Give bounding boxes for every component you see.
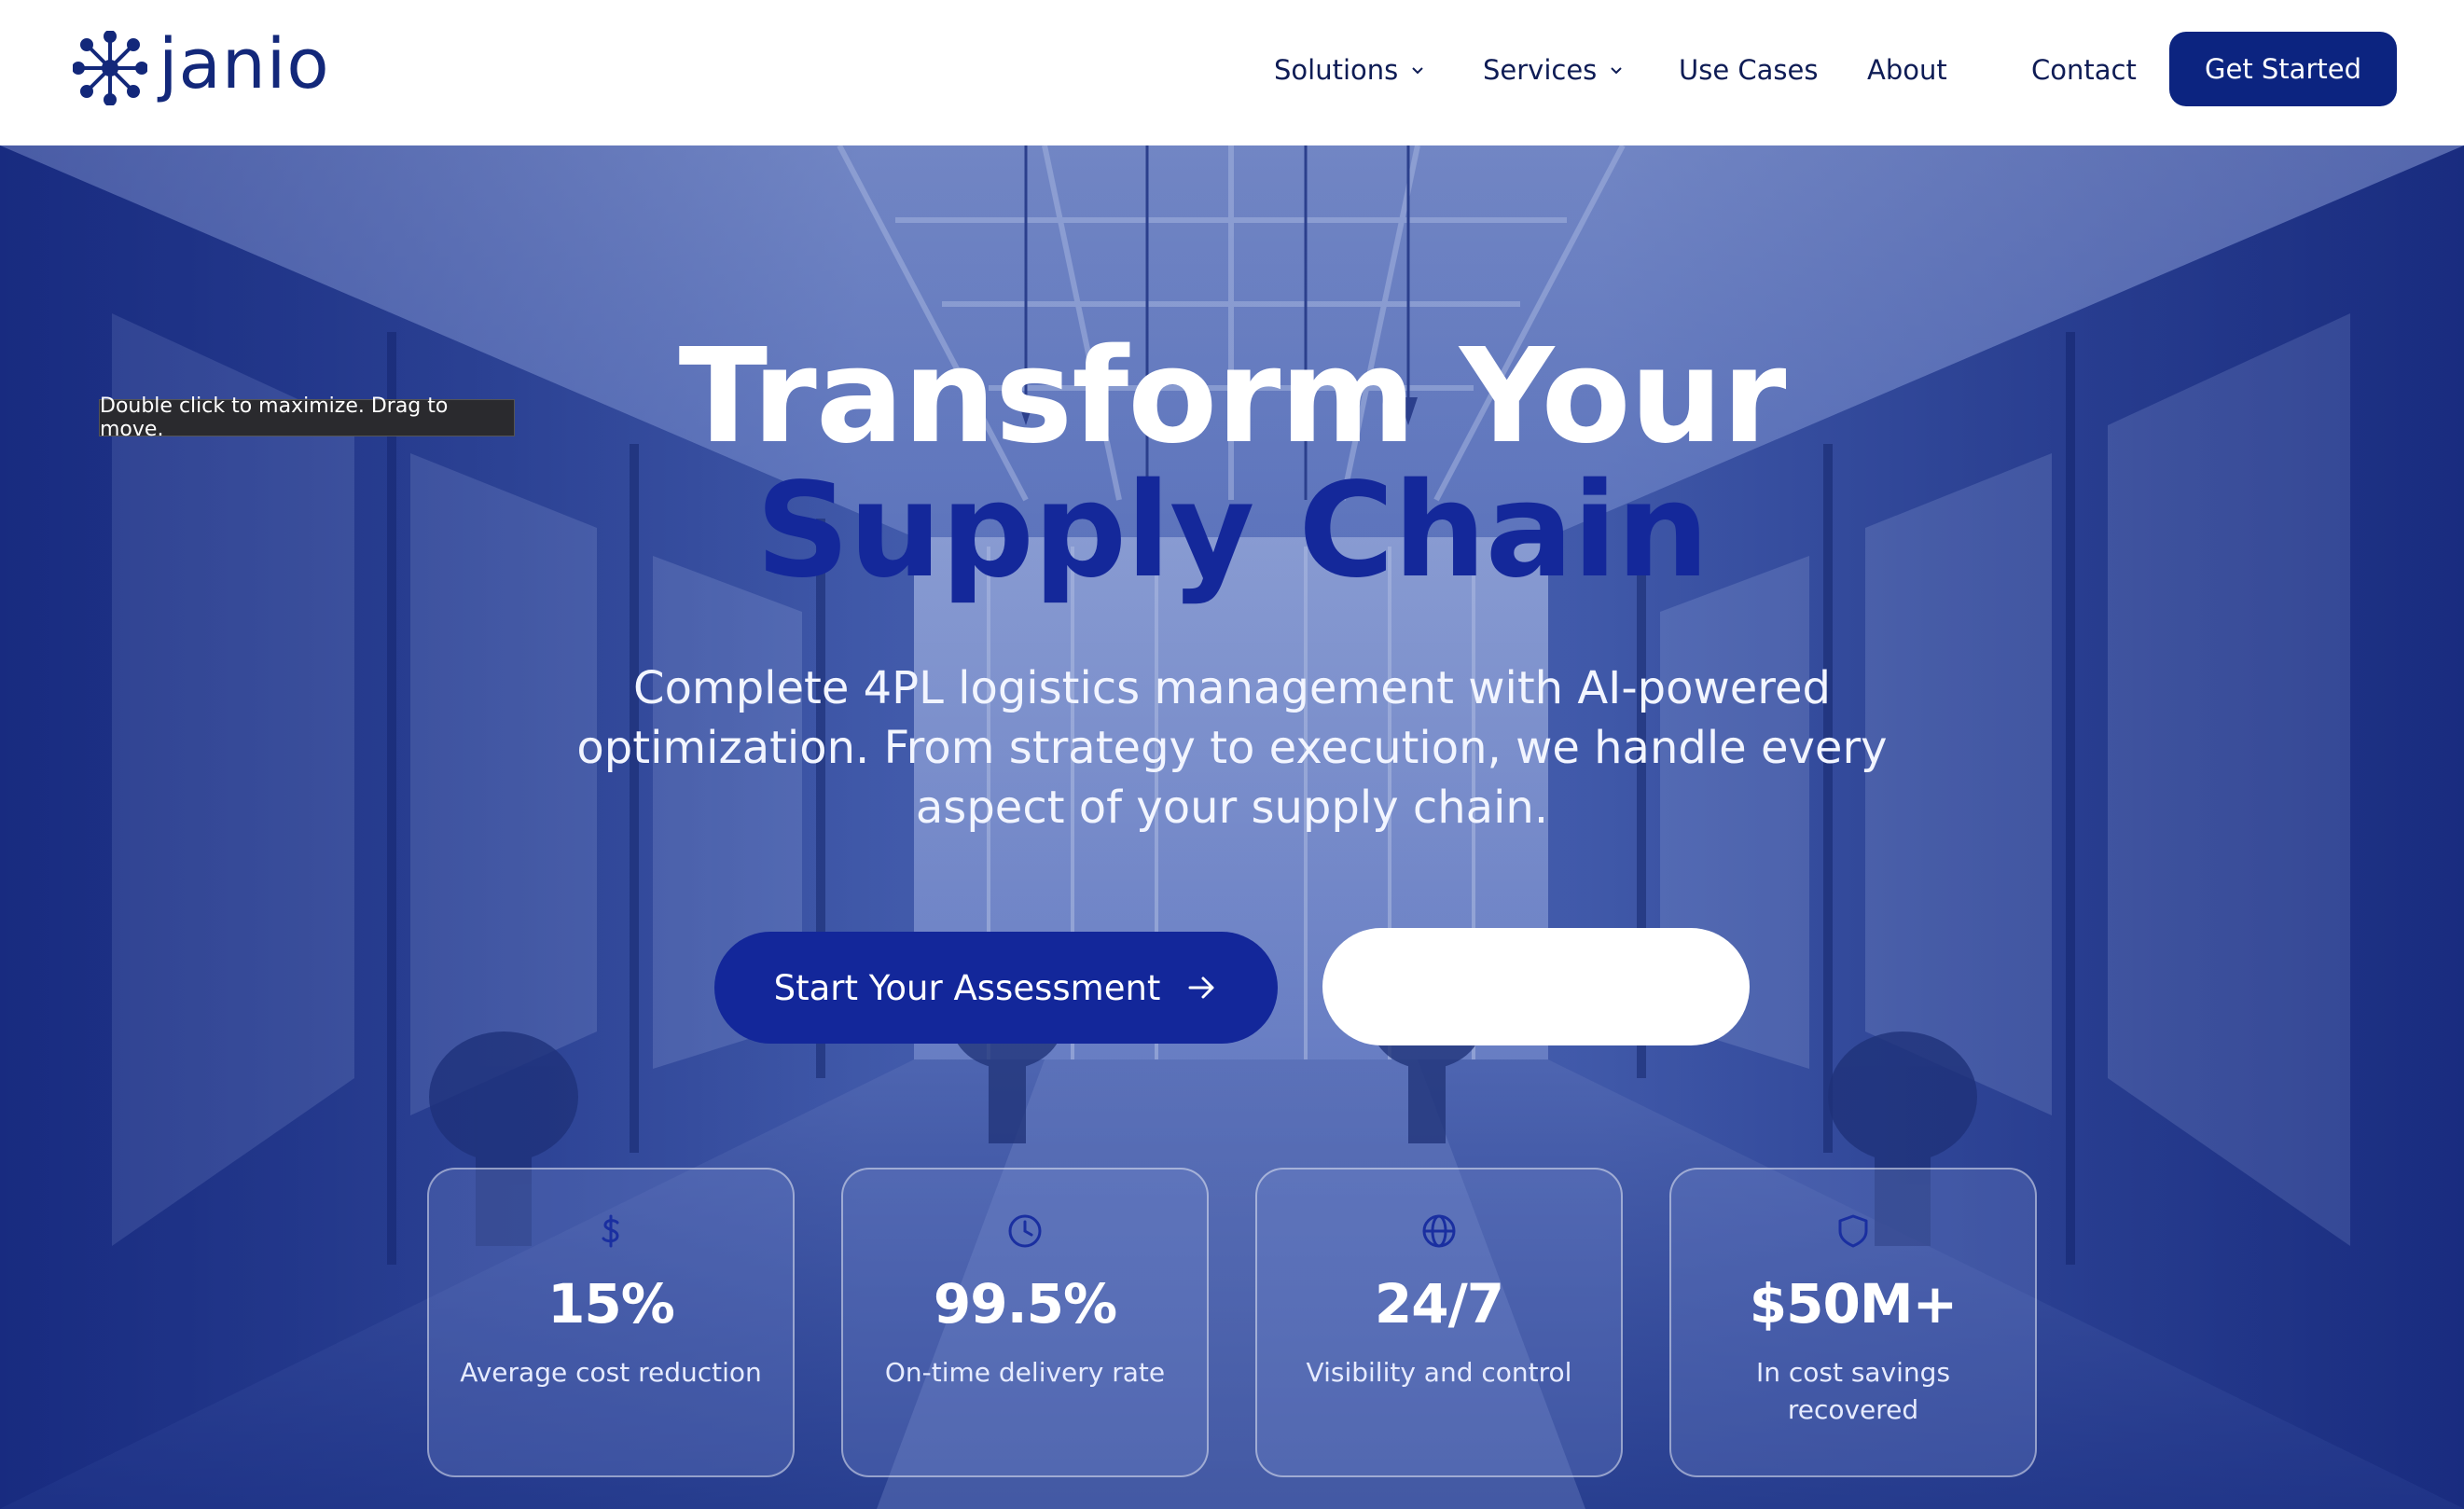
stat-value: $50M+ <box>1749 1272 1958 1336</box>
nav-item-label: Solutions <box>1274 54 1399 86</box>
top-navbar: janio Solutions Services Use Cases About… <box>0 0 2464 145</box>
nav-item-use-cases[interactable]: Use Cases <box>1679 54 1818 86</box>
stat-card-cost-reduction: 15% Average cost reduction <box>427 1168 795 1477</box>
arrow-right-icon <box>1188 976 1214 999</box>
stat-card-visibility: 24/7 Visibility and control <box>1255 1168 1623 1477</box>
nav-item-services[interactable]: Services <box>1483 54 1625 86</box>
nav-item-solutions[interactable]: Solutions <box>1274 54 1426 86</box>
stat-value: 24/7 <box>1374 1272 1504 1336</box>
brand-name: janio <box>159 24 330 104</box>
get-started-button[interactable]: Get Started <box>2169 32 2397 106</box>
nav-item-about[interactable]: About <box>1867 54 1947 86</box>
nav-item-label: Contact <box>2031 54 2137 86</box>
hero-title-line2: Supply Chain <box>755 455 1709 607</box>
chevron-down-icon <box>1611 67 1623 75</box>
stat-label: On-time delivery rate <box>884 1357 1166 1388</box>
stat-card-on-time-delivery: 99.5% On-time delivery rate <box>841 1168 1209 1477</box>
stat-value: 99.5% <box>933 1272 1117 1336</box>
start-assessment-button[interactable]: Start Your Assessment <box>714 932 1278 1044</box>
dollar-icon <box>602 1214 619 1248</box>
start-assessment-label: Start Your Assessment <box>773 967 1161 1008</box>
shield-icon <box>1838 1214 1868 1248</box>
stat-label: Visibility and control <box>1306 1357 1572 1388</box>
logo-mark-icon <box>73 31 147 105</box>
stat-value: 15% <box>547 1272 675 1336</box>
hero-subtitle: Complete 4PL logistics management with A… <box>576 662 1888 834</box>
janio-logo[interactable]: janio <box>73 26 330 110</box>
hero-section: Transform Your Supply Chain Complete 4PL… <box>0 145 2464 1509</box>
nav-item-contact[interactable]: Contact <box>2031 54 2137 86</box>
clock-icon <box>1008 1214 1042 1248</box>
stat-card-cost-savings: $50M+ In cost savings recovered <box>1669 1168 2037 1477</box>
chevron-down-icon <box>1412 67 1423 75</box>
stat-label: In cost savings recovered <box>1755 1357 1951 1425</box>
nav-item-label: Use Cases <box>1679 54 1819 86</box>
window-tooltip: Double click to maximize. Drag to move. <box>99 395 515 441</box>
nav-item-label: Services <box>1483 54 1598 86</box>
stat-label: Average cost reduction <box>460 1357 762 1388</box>
globe-icon <box>1422 1214 1456 1248</box>
nav-item-label: About <box>1867 54 1947 86</box>
secondary-button[interactable] <box>1322 928 1750 1045</box>
